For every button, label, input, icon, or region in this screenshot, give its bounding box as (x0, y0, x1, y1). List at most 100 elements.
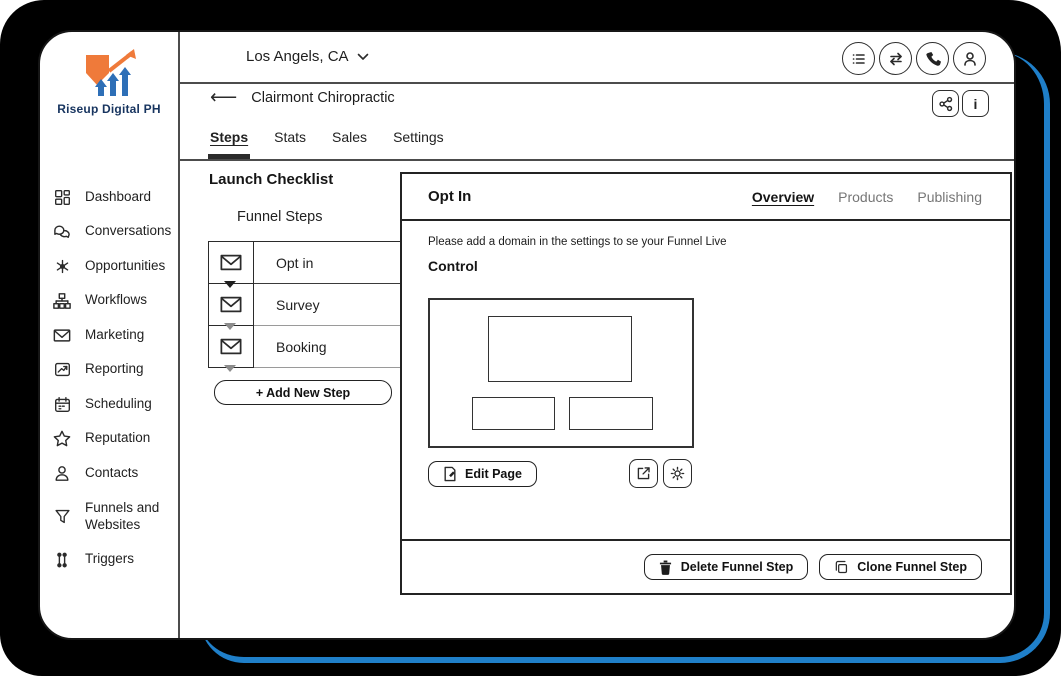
tab-products[interactable]: Products (838, 189, 893, 205)
open-in-new-tab-button[interactable] (629, 459, 658, 488)
control-section-title: Control (428, 258, 478, 274)
envelope-icon (209, 326, 254, 368)
preview-hero-block (488, 316, 632, 382)
reporting-icon (52, 361, 72, 378)
sidebar-item-funnels-websites[interactable]: Funnels and Websites (40, 491, 178, 543)
chevron-down-icon (357, 53, 368, 60)
brand-name: Riseup Digital PH (57, 102, 161, 116)
panel-footer: Delete Funnel Step Clone Funnel Step (402, 539, 1010, 593)
back-arrow-icon[interactable]: ⟵ (210, 88, 237, 107)
add-new-step-button[interactable]: + Add New Step (214, 380, 392, 405)
tabs-divider (180, 159, 1014, 161)
user-icon (963, 51, 976, 66)
screenshot-stage: Riseup Digital PH Los Angels, CA ⟵ Clair… (0, 0, 1061, 676)
sidebar-item-marketing[interactable]: Marketing (40, 318, 178, 353)
topbar-actions (842, 42, 986, 75)
edit-page-label: Edit Page (465, 467, 522, 481)
subheader-actions: i (932, 90, 989, 117)
funnel-step-label: Opt in (254, 242, 402, 284)
envelope-icon (209, 242, 254, 284)
funnel-nav-tabs: Steps Stats Sales Settings (210, 129, 444, 145)
info-icon: i (973, 95, 978, 112)
opportunities-icon (52, 258, 72, 275)
active-tab-indicator (208, 154, 250, 159)
funnel-step-label: Survey (254, 284, 402, 326)
delete-funnel-step-button[interactable]: Delete Funnel Step (643, 554, 809, 580)
user-button[interactable] (953, 42, 986, 75)
page-preview-thumbnail[interactable] (428, 298, 694, 448)
sidebar-item-conversations[interactable]: Conversations (40, 215, 178, 250)
step-sort-arrow-icon (224, 365, 236, 372)
delete-funnel-step-label: Delete Funnel Step (680, 560, 794, 574)
edit-page-icon (444, 466, 456, 482)
sidebar-divider (178, 32, 180, 638)
marketing-icon (52, 328, 72, 343)
conversations-icon (52, 224, 72, 240)
tab-overview[interactable]: Overview (752, 189, 814, 205)
app-window: Riseup Digital PH Los Angels, CA ⟵ Clair… (38, 30, 1016, 640)
triggers-icon (52, 551, 72, 569)
sidebar-item-label: Conversations (85, 223, 172, 239)
sidebar-item-triggers[interactable]: Triggers (40, 543, 178, 578)
transfer-button[interactable] (879, 42, 912, 75)
sidebar-item-label: Workflows (85, 292, 148, 308)
clone-icon (835, 560, 848, 574)
preview-block-right (569, 397, 653, 430)
sidebar-item-label: Funnels and Websites (85, 499, 160, 532)
preview-block-left (472, 397, 555, 430)
sidebar: Dashboard Conversations Opportunities Wo… (40, 180, 178, 577)
gear-icon (670, 466, 685, 481)
reputation-icon (52, 430, 72, 447)
sidebar-item-reporting[interactable]: Reporting (40, 353, 178, 388)
funnel-step-row-survey[interactable]: Survey (209, 284, 402, 326)
edit-page-button[interactable]: Edit Page (428, 461, 537, 487)
sidebar-item-workflows[interactable]: Workflows (40, 284, 178, 319)
dashboard-icon (52, 189, 72, 206)
topbar-divider (180, 82, 1014, 84)
launch-checklist-title: Launch Checklist (209, 171, 334, 188)
sidebar-item-label: Dashboard (85, 188, 152, 204)
contacts-icon (52, 465, 72, 482)
domain-notice-text: Please add a domain in the settings to s… (428, 236, 727, 248)
tab-settings[interactable]: Settings (393, 129, 444, 145)
sidebar-item-contacts[interactable]: Contacts (40, 456, 178, 491)
phone-button[interactable] (916, 42, 949, 75)
sidebar-item-label: Reputation (85, 430, 151, 446)
funnels-icon (52, 508, 72, 525)
sidebar-item-dashboard[interactable]: Dashboard (40, 180, 178, 215)
sidebar-item-scheduling[interactable]: Scheduling (40, 387, 178, 422)
share-icon (938, 96, 952, 111)
sidebar-item-reputation[interactable]: Reputation (40, 422, 178, 457)
panel-title: Opt In (428, 188, 472, 205)
step-detail-panel: Opt In Overview Products Publishing Plea… (400, 172, 1012, 595)
funnel-step-row-booking[interactable]: Booking (209, 326, 402, 368)
tab-publishing[interactable]: Publishing (917, 189, 982, 205)
clone-funnel-step-label: Clone Funnel Step (857, 560, 967, 574)
step-settings-button[interactable] (663, 459, 692, 488)
external-link-icon (637, 467, 650, 480)
sidebar-item-label: Opportunities (85, 257, 166, 273)
panel-tabs: Overview Products Publishing (752, 189, 982, 205)
tab-stats[interactable]: Stats (274, 129, 306, 145)
envelope-icon (209, 284, 254, 326)
funnel-steps-list: Opt in Survey Booking (208, 241, 402, 368)
menu-list-button[interactable] (842, 42, 875, 75)
funnel-step-row-opt-in[interactable]: Opt in (209, 242, 402, 284)
tab-sales[interactable]: Sales (332, 129, 367, 145)
info-button[interactable]: i (962, 90, 989, 117)
clone-funnel-step-button[interactable]: Clone Funnel Step (819, 554, 982, 580)
sidebar-item-label: Marketing (85, 326, 145, 342)
location-selector[interactable]: Los Angels, CA (246, 48, 369, 65)
sidebar-item-label: Scheduling (85, 395, 152, 411)
workflows-icon (52, 292, 72, 310)
scheduling-icon (52, 396, 72, 413)
sidebar-item-label: Reporting (85, 361, 144, 377)
panel-header: Opt In Overview Products Publishing (402, 174, 1010, 221)
share-button[interactable] (932, 90, 959, 117)
sidebar-item-opportunities[interactable]: Opportunities (40, 249, 178, 284)
transfer-icon (889, 52, 902, 65)
phone-icon (925, 51, 941, 66)
funnel-step-label: Booking (254, 326, 402, 368)
tab-steps[interactable]: Steps (210, 129, 248, 145)
location-label: Los Angels, CA (246, 48, 349, 65)
